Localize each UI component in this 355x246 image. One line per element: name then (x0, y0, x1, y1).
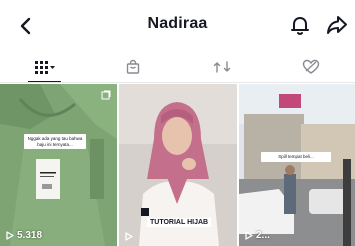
play-icon (125, 232, 133, 241)
profile-tabs (0, 50, 355, 83)
bell-icon (291, 17, 309, 35)
photo-mode-icon (101, 90, 111, 100)
view-count (125, 232, 136, 241)
play-icon (245, 231, 253, 240)
play-icon (6, 231, 14, 240)
grid-icon (35, 60, 56, 74)
share-arrow-icon (327, 16, 347, 34)
repost-icon (213, 60, 231, 73)
share-button[interactable] (325, 13, 349, 37)
view-count-text: 2... (256, 230, 270, 241)
tiktok-logo-icon (141, 208, 149, 216)
tabs-divider (0, 82, 355, 83)
notifications-button[interactable] (288, 13, 312, 37)
thumbnail-image (0, 84, 117, 246)
video-caption: Spill tempat beli... (261, 152, 331, 162)
view-count: 5.318 (6, 230, 42, 241)
video-thumbnail[interactable]: Spill tempat beli... 2... (239, 84, 355, 246)
video-caption: Nggak ada yang tau bahwa baju ini ternya… (24, 134, 86, 149)
video-overlay-text: TUTORIAL HIJAB (147, 218, 212, 227)
shopping-bag-icon (126, 59, 140, 74)
tab-reposts[interactable] (178, 50, 267, 83)
view-count-text: 5.318 (17, 230, 43, 241)
profile-header: Nadiraa (0, 0, 355, 50)
tab-liked[interactable] (266, 50, 355, 83)
heart-eye-icon (302, 59, 319, 74)
view-count: 2... (245, 230, 270, 241)
thumbnail-image (239, 84, 355, 246)
tab-shop[interactable] (89, 50, 178, 83)
tab-videos[interactable] (0, 50, 89, 83)
video-thumbnail[interactable]: Nggak ada yang tau bahwa baju ini ternya… (0, 84, 117, 246)
video-grid: Nggak ada yang tau bahwa baju ini ternya… (0, 84, 355, 246)
video-thumbnail[interactable]: TUTORIAL HIJAB (119, 84, 237, 246)
